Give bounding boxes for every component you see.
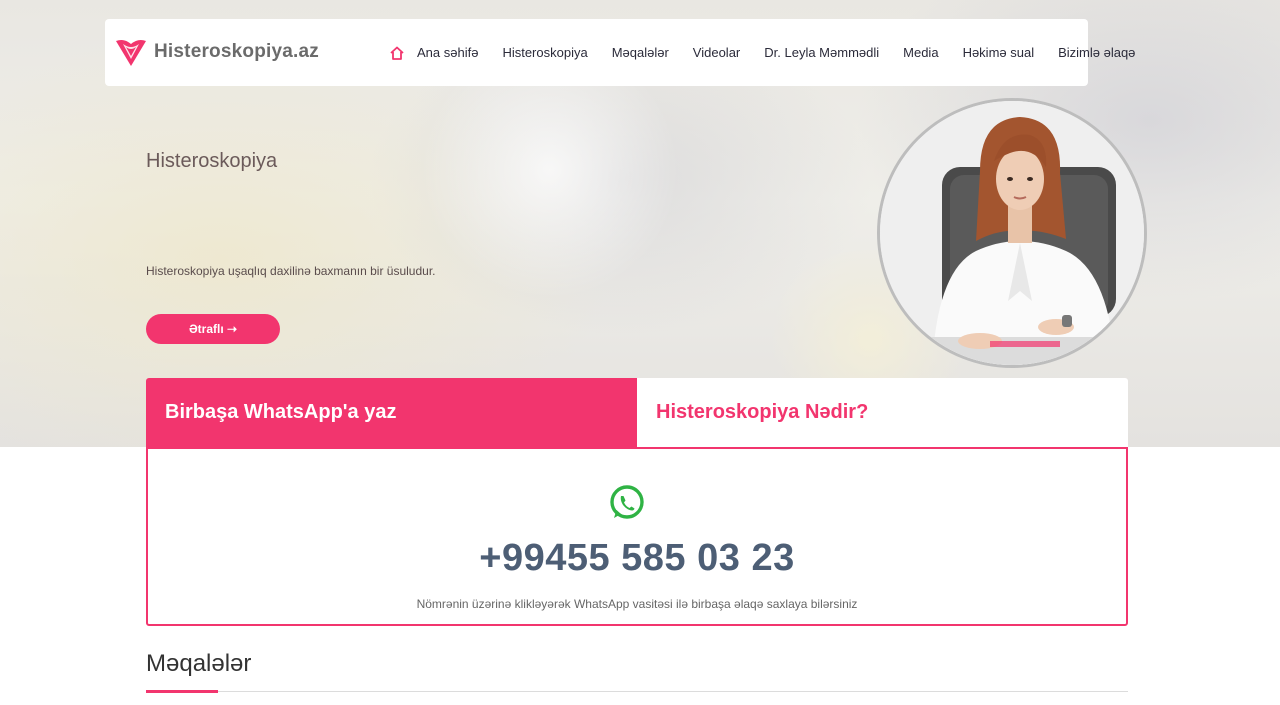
tab-what-is-label: Histeroskopiya Nədir? <box>656 401 869 423</box>
site-header: Histeroskopiya.az Ana səhifə Histeroskop… <box>105 19 1135 86</box>
tab-whatsapp-label: Birbaşa WhatsApp'a yaz <box>165 401 397 423</box>
hero-description: Histeroskopiya uşaqlıq daxilinə baxmanın… <box>146 264 436 278</box>
whatsapp-panel: +99455 585 03 23 Nömrənin üzərinə kliklə… <box>146 447 1128 626</box>
nav-item-videos[interactable]: Videolar <box>693 45 740 60</box>
nav-item-histeroskopiya[interactable]: Histeroskopiya <box>502 45 587 60</box>
nav-item-doctor[interactable]: Dr. Leyla Məmmədli <box>764 45 879 60</box>
articles-heading: Məqalələr <box>146 650 252 677</box>
nav-item-ask-doctor[interactable]: Həkimə sual <box>963 45 1035 60</box>
doctor-photo <box>877 98 1147 368</box>
site-logo[interactable]: Histeroskopiya.az <box>114 35 319 69</box>
logo-icon <box>116 40 146 66</box>
tab-whatsapp[interactable]: Birbaşa WhatsApp'a yaz <box>146 378 637 447</box>
section-accent <box>146 690 218 693</box>
section-divider <box>146 691 1128 692</box>
whatsapp-phone[interactable]: +99455 585 03 23 <box>148 537 1126 580</box>
more-button[interactable]: Ətraflı ➝ <box>146 314 280 344</box>
nav-item-media[interactable]: Media <box>903 45 938 60</box>
home-icon <box>390 46 404 60</box>
tab-what-is[interactable]: Histeroskopiya Nədir? <box>637 378 1128 447</box>
nav-item-contact[interactable]: Bizimlə əlaqə <box>1058 45 1135 60</box>
nav-item-home[interactable]: Ana səhifə <box>389 45 478 61</box>
doctor-illustration <box>880 101 1144 365</box>
nav-item-articles[interactable]: Məqalələr <box>612 45 669 60</box>
whatsapp-icon[interactable] <box>607 483 647 523</box>
main-nav: Ana səhifə Histeroskopiya Məqalələr Vide… <box>389 19 1135 86</box>
hero-title: Histeroskopiya <box>146 150 278 172</box>
logo-text: Histeroskopiya.az <box>154 41 319 62</box>
whatsapp-note: Nömrənin üzərinə klikləyərək WhatsApp va… <box>416 597 858 611</box>
nav-label: Ana səhifə <box>417 45 479 60</box>
